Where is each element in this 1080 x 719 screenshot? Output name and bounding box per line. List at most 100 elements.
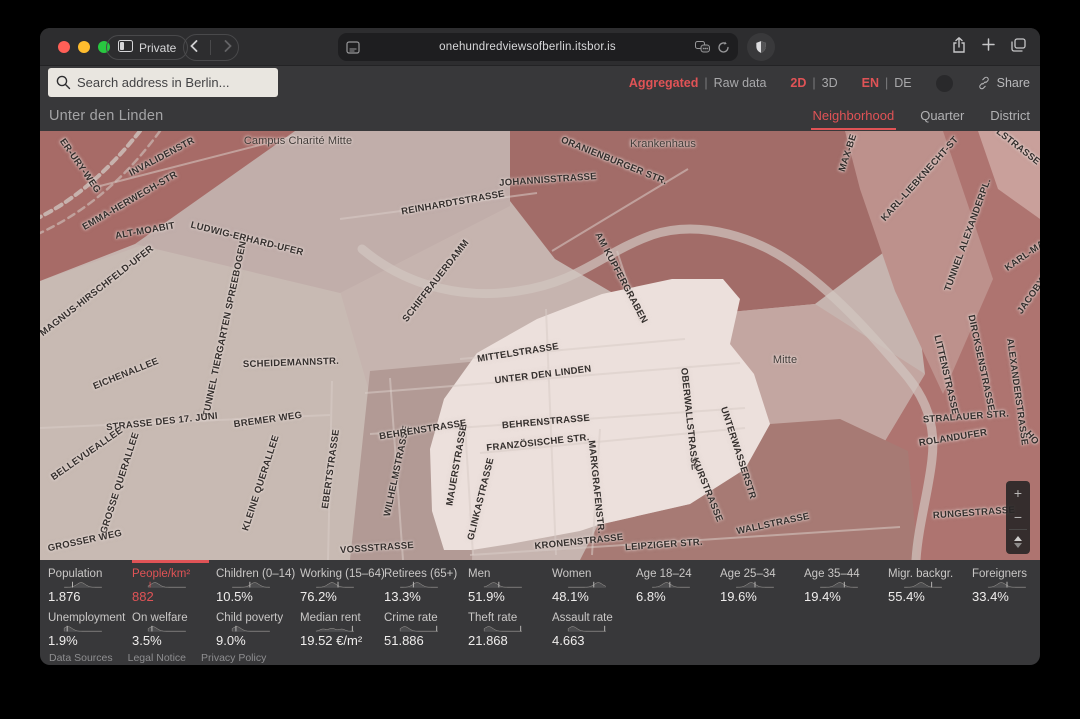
desktop-background: Private onehundredviewsofberlin.itsbor.i… xyxy=(0,0,1080,719)
stat-label: Retirees (65+) xyxy=(384,568,461,581)
zoom-out-button[interactable]: − xyxy=(1006,505,1030,529)
stat-value: 10.5% xyxy=(216,589,293,604)
private-badge[interactable]: Private xyxy=(106,35,188,60)
toggle-separator: | xyxy=(704,76,707,90)
map-street-label: TUNNEL TIERGARTEN SPREEBOGEN xyxy=(201,240,249,418)
stat-cell-working-15-64[interactable]: Working (15–64)76.2% xyxy=(300,560,377,604)
map-street-label: DIRCKSENSTRASSE xyxy=(965,314,996,412)
map-street-label: SCHIFFBAUERDAMM xyxy=(400,238,471,325)
forward-button[interactable] xyxy=(224,39,232,57)
zoom-in-button[interactable]: + xyxy=(1006,481,1030,505)
url-bar[interactable]: onehundredviewsofberlin.itsbor.is xyxy=(338,33,738,61)
german-option[interactable]: DE xyxy=(894,76,911,90)
map-street-label: UNTER DEN LINDEN xyxy=(494,364,592,387)
circle-toggle-button[interactable] xyxy=(936,75,953,92)
stat-cell-foreigners[interactable]: Foreigners33.4% xyxy=(972,560,1040,604)
3d-option[interactable]: 3D xyxy=(822,76,838,90)
footer-link-privacy-policy[interactable]: Privacy Policy xyxy=(201,652,266,664)
stat-value: 21.868 xyxy=(468,633,545,648)
map-zoom-controls: + − xyxy=(1006,481,1030,554)
stat-sparkline xyxy=(300,625,370,632)
stat-label: Theft rate xyxy=(468,612,545,625)
tab-district[interactable]: District xyxy=(990,100,1030,131)
reader-icon[interactable] xyxy=(346,41,360,54)
aggregated-option[interactable]: Aggregated xyxy=(629,76,698,90)
map-street-label: MITTELSTRASSE xyxy=(476,341,559,365)
tilt-control-icon[interactable] xyxy=(1006,530,1030,554)
translate-icon[interactable] xyxy=(695,41,710,53)
private-badge-label: Private xyxy=(139,41,176,55)
tab-quarter[interactable]: Quarter xyxy=(920,100,964,131)
stat-value: 882 xyxy=(132,589,209,604)
stat-value: 3.5% xyxy=(132,633,209,648)
nav-divider xyxy=(210,40,211,55)
minimize-window-button[interactable] xyxy=(78,41,90,53)
stat-label: Assault rate xyxy=(552,612,629,625)
stat-sparkline xyxy=(468,625,538,632)
stat-label: Working (15–64) xyxy=(300,568,377,581)
stat-cell-age-18-24[interactable]: Age 18–246.8% xyxy=(636,560,713,604)
new-tab-icon[interactable] xyxy=(982,38,995,56)
stat-cell-unemployment[interactable]: Unemployment1.9% xyxy=(48,604,125,648)
map-street-label: EBERTSTRASSE xyxy=(320,429,342,510)
map-street-label: KLEINE QUERALLEE xyxy=(240,434,281,533)
stat-sparkline xyxy=(636,581,706,588)
back-button[interactable] xyxy=(190,39,198,57)
search-input[interactable] xyxy=(48,68,278,97)
stat-cell-assault-rate[interactable]: Assault rate 4.663 xyxy=(552,604,629,648)
stats-panel: Population1.876People/km²882Children (0–… xyxy=(40,560,1040,664)
close-window-button[interactable] xyxy=(58,41,70,53)
english-option[interactable]: EN xyxy=(862,76,879,90)
tab-neighborhood[interactable]: Neighborhood xyxy=(813,100,895,131)
stat-cell-age-35-44[interactable]: Age 35–4419.4% xyxy=(804,560,881,604)
stat-label: Population xyxy=(48,568,125,581)
stat-cell-age-25-34[interactable]: Age 25–3419.6% xyxy=(720,560,797,604)
stat-value: 4.663 xyxy=(552,633,629,648)
map-street-label: MARKGRAFENSTR. xyxy=(586,440,607,534)
raw-data-option[interactable]: Raw data xyxy=(714,76,767,90)
map-street-label: GLINKASTRASSE xyxy=(465,457,496,542)
stat-cell-children-0-14[interactable]: Children (0–14)10.5% xyxy=(216,560,293,604)
stat-value: 9.0% xyxy=(216,633,293,648)
stat-cell-retirees-65[interactable]: Retirees (65+)13.3% xyxy=(384,560,461,604)
2d-option[interactable]: 2D xyxy=(790,76,806,90)
map-street-label: BEHRENSTRASSE xyxy=(379,418,468,443)
stat-cell-median-rent[interactable]: Median rent19.52 €/m² xyxy=(300,604,377,648)
share-page-icon[interactable] xyxy=(952,37,966,58)
browser-titlebar: Private onehundredviewsofberlin.itsbor.i… xyxy=(40,28,1040,66)
traffic-lights xyxy=(58,41,110,53)
language-toggle: EN | DE xyxy=(862,76,912,90)
map-street-label: ALT-MOABIT xyxy=(114,220,175,241)
privacy-shield-button[interactable] xyxy=(747,33,775,61)
reload-icon[interactable] xyxy=(717,41,730,54)
footer-link-data-sources[interactable]: Data Sources xyxy=(49,652,113,664)
map-street-label: TUNNEL ALEXANDERPL. xyxy=(942,177,993,293)
stat-cell-women[interactable]: Women48.1% xyxy=(552,560,629,604)
map-street-label: REINHARDTSTRASSE xyxy=(400,188,505,217)
map-labels-layer: Campus Charité MitteKrankenhausMitteINVA… xyxy=(40,131,1040,560)
stat-cell-migr-backgr[interactable]: Migr. backgr.55.4% xyxy=(888,560,965,604)
stat-value: 19.6% xyxy=(720,589,797,604)
map-street-label: BREMER WEG xyxy=(233,410,303,430)
stat-sparkline xyxy=(804,581,874,588)
toggle-separator: | xyxy=(812,76,815,90)
map-canvas[interactable]: Campus Charité MitteKrankenhausMitteINVA… xyxy=(40,131,1040,560)
stat-cell-on-welfare[interactable]: On welfare 3.5% xyxy=(132,604,209,648)
map-place-label: Campus Charité Mitte xyxy=(244,135,352,147)
browser-window: Private onehundredviewsofberlin.itsbor.i… xyxy=(40,28,1040,665)
stat-cell-theft-rate[interactable]: Theft rate 21.868 xyxy=(468,604,545,648)
stat-cell-population[interactable]: Population1.876 xyxy=(48,560,125,604)
map-street-label: OBERWALLSTRASSE xyxy=(678,367,700,470)
map-street-label: SCHEIDEMANNSTR. xyxy=(243,356,339,370)
stat-sparkline xyxy=(216,581,286,588)
share-button[interactable]: Share xyxy=(977,76,1030,90)
stat-label: On welfare xyxy=(132,612,209,625)
map-place-label: Krankenhaus xyxy=(630,138,696,150)
tab-overview-icon[interactable] xyxy=(1011,38,1026,57)
stat-cell-child-poverty[interactable]: Child poverty9.0% xyxy=(216,604,293,648)
stat-cell-people-km2[interactable]: People/km²882 xyxy=(132,560,209,604)
footer-link-legal-notice[interactable]: Legal Notice xyxy=(128,652,186,664)
stat-cell-crime-rate[interactable]: Crime rate51.886 xyxy=(384,604,461,648)
stat-cell-men[interactable]: Men51.9% xyxy=(468,560,545,604)
search-field[interactable] xyxy=(48,68,278,97)
